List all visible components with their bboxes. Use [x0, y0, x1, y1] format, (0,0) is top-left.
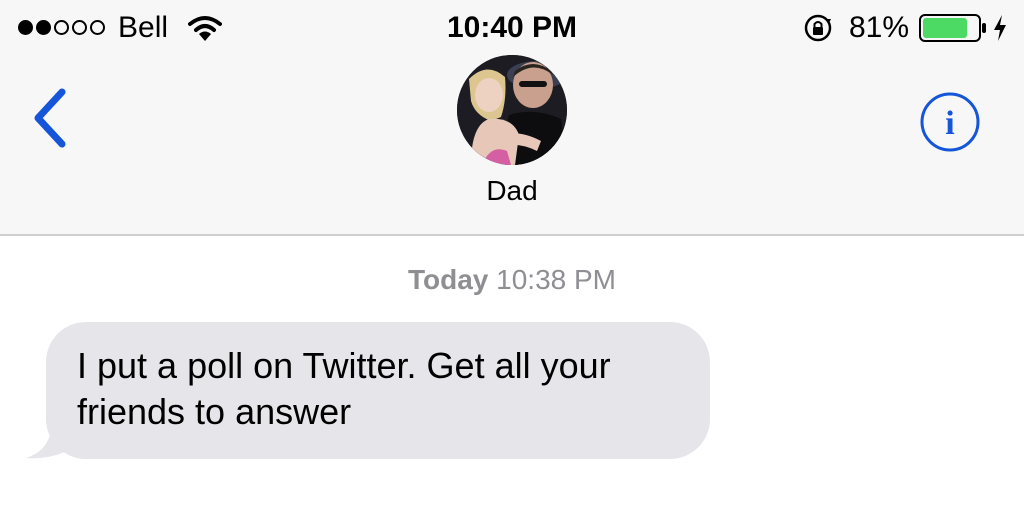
chevron-left-icon	[34, 88, 66, 148]
charging-bolt-icon	[994, 15, 1006, 41]
contact-photo	[457, 55, 567, 165]
message-timestamp: Today 10:38 PM	[0, 262, 1024, 298]
messages-screen: Bell 10:40 PM 81% Dad i Today 10:38 PM I…	[0, 0, 1024, 527]
contact-avatar[interactable]	[457, 55, 567, 165]
battery-percentage: 81%	[849, 11, 910, 44]
svg-text:i: i	[945, 105, 954, 142]
status-bar: Bell 10:40 PM 81%	[0, 0, 1024, 56]
timestamp-time: 10:38 PM	[496, 264, 617, 295]
back-button[interactable]	[26, 84, 76, 152]
timestamp-day: Today	[407, 264, 489, 295]
info-button[interactable]: i	[918, 90, 982, 154]
conversation-header: Bell 10:40 PM 81% Dad i	[0, 0, 1024, 236]
contact-name[interactable]: Dad	[0, 173, 1024, 209]
rotation-lock-icon	[804, 14, 832, 42]
battery-icon	[919, 14, 986, 42]
message-text: I put a poll on Twitter. Get all your fr…	[77, 345, 611, 432]
